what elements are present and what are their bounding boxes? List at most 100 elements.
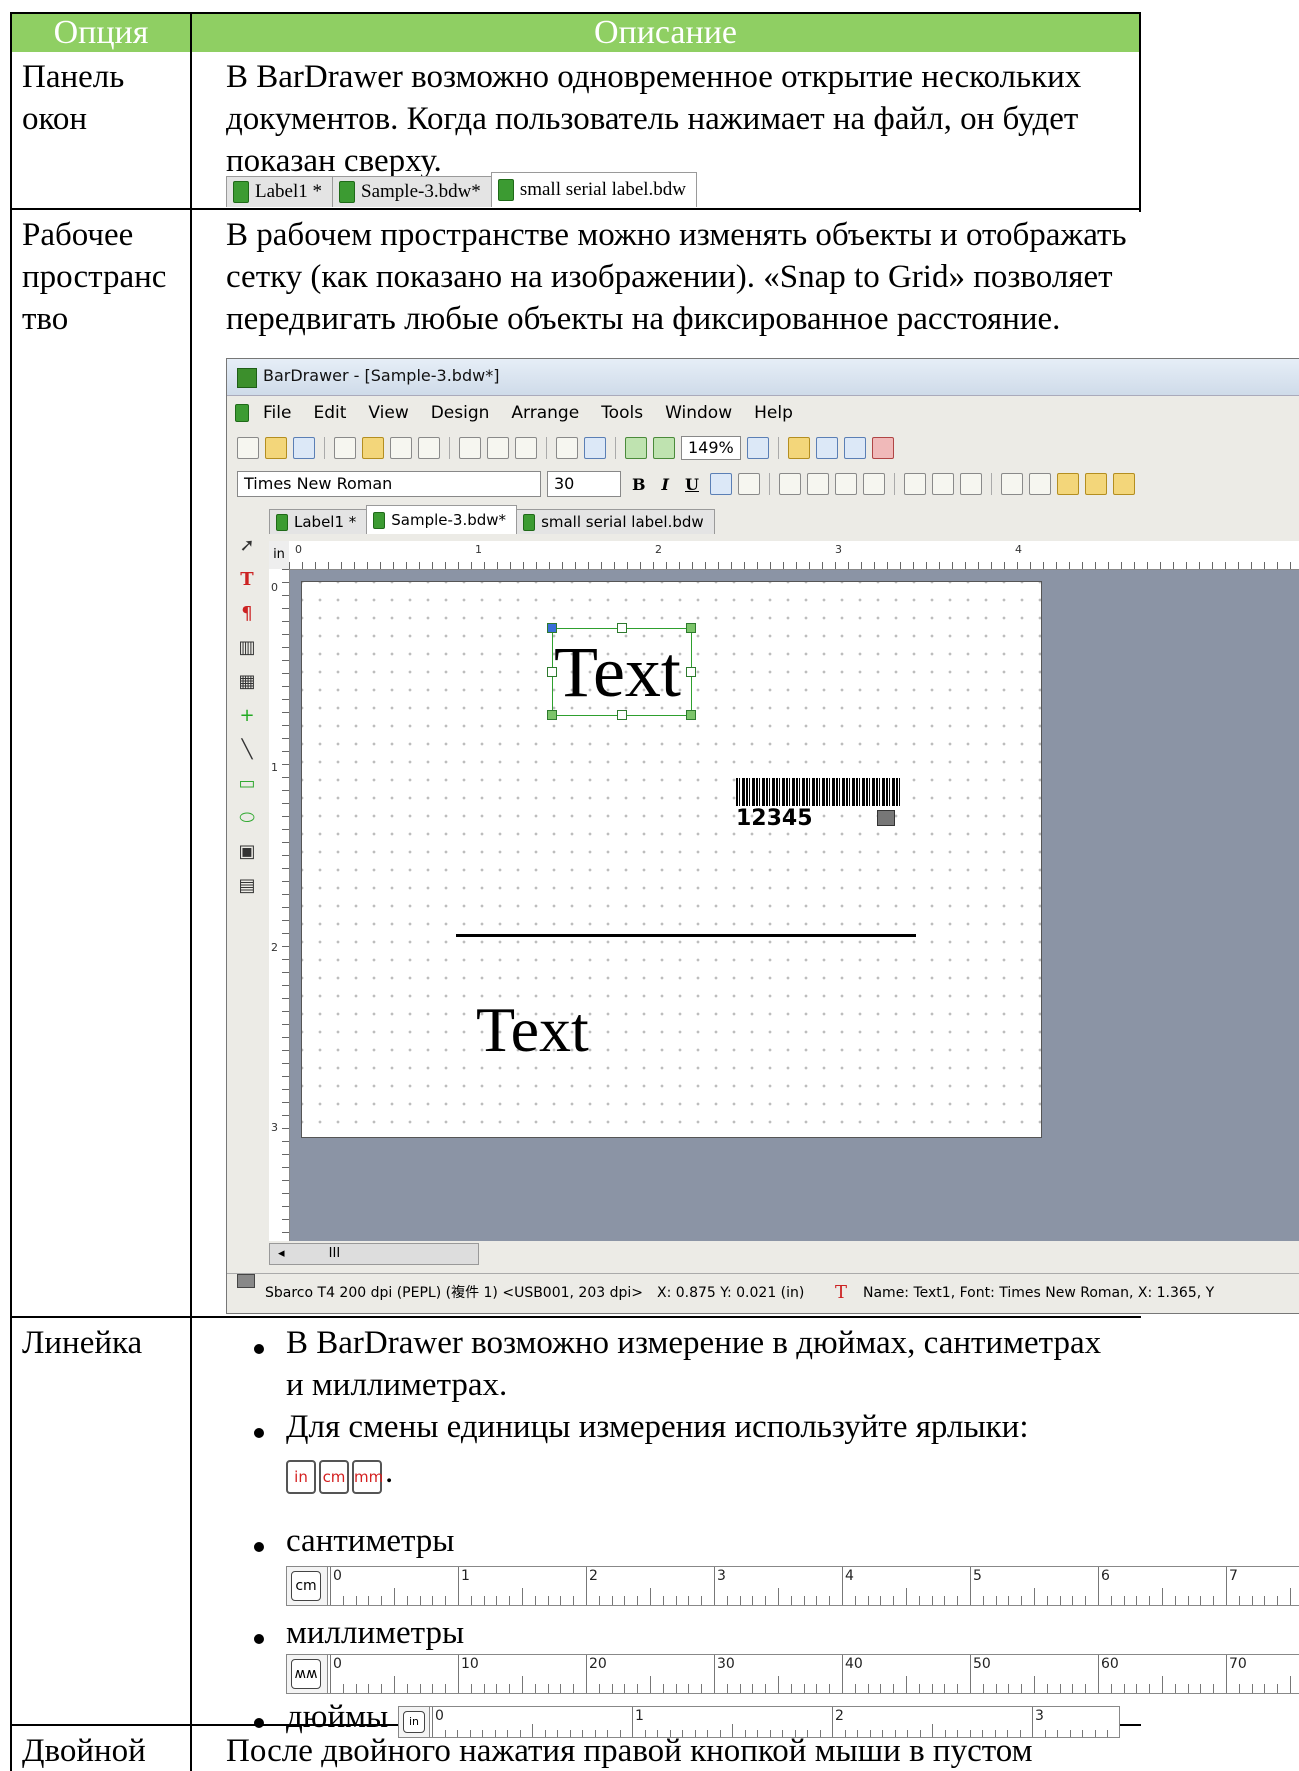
ruler-tick (445, 1683, 447, 1693)
menu-design[interactable]: Design (423, 403, 498, 423)
ruler-tick (854, 1683, 856, 1693)
barcode-number: 12345 (736, 806, 813, 831)
italic-button[interactable]: I (657, 475, 674, 494)
zoom-select[interactable]: 149% (681, 436, 741, 460)
send-back-icon[interactable] (1084, 473, 1107, 495)
text-tool-icon[interactable]: T (236, 569, 258, 591)
menu-arrange[interactable]: Arrange (503, 403, 587, 423)
selection-handle[interactable] (686, 710, 696, 720)
snap-to-grid-icon[interactable] (843, 437, 866, 459)
bring-front-icon[interactable] (1056, 473, 1079, 495)
selection-handle[interactable] (617, 623, 627, 633)
unit-inch-button[interactable]: in (286, 1460, 316, 1494)
align-left-icon[interactable] (778, 473, 801, 495)
scrollbar-thumb[interactable]: III (329, 1246, 341, 1261)
text-layout-icon[interactable] (931, 473, 954, 495)
ruler-label: 2 (271, 941, 278, 954)
selection-handle[interactable] (547, 623, 557, 633)
ruler-tick (662, 1683, 664, 1693)
barcode-tool-icon[interactable]: ▥ (236, 637, 258, 659)
image-tool-icon[interactable]: ▣ (236, 841, 258, 863)
ruler-label: 20 (589, 1656, 607, 1672)
ruler-unit-button[interactable]: in (269, 541, 290, 569)
line-object[interactable] (456, 934, 916, 937)
cut-icon[interactable] (459, 437, 481, 459)
menu-view[interactable]: View (360, 403, 416, 423)
underline-button[interactable]: U (680, 475, 704, 494)
paragraph-tool-icon[interactable]: ¶ (236, 603, 258, 625)
save-icon[interactable] (293, 437, 315, 459)
ruler-toggle-icon[interactable] (787, 437, 810, 459)
file-icon (523, 513, 536, 531)
zoom-in-icon[interactable] (625, 437, 647, 459)
text-spacing-icon[interactable] (737, 473, 760, 495)
selection-handle[interactable] (547, 710, 557, 720)
horizontal-scrollbar[interactable]: ◂ III (269, 1243, 479, 1265)
new-icon[interactable] (237, 437, 259, 459)
ruler-tick (483, 1595, 485, 1605)
file-icon (233, 181, 249, 203)
pointer-tool-icon[interactable]: ➚ (236, 535, 258, 557)
line-tool-icon[interactable]: ╲ (236, 739, 258, 761)
ellipse-tool-icon[interactable]: ⬭ (236, 807, 258, 829)
toolbar-separator (893, 473, 895, 495)
font-size-select[interactable]: 30 (547, 471, 621, 497)
ruler-tick (726, 1683, 728, 1693)
database-tool-icon[interactable]: ▤ (236, 875, 258, 897)
align-right-icon[interactable] (834, 473, 857, 495)
option-ruler: Линейка (22, 1325, 143, 1361)
barcode-object[interactable] (736, 778, 900, 806)
cross-line-tool-icon[interactable]: + (236, 705, 258, 727)
doc-tab-small-serial[interactable]: small serial label.bdw (490, 172, 698, 207)
unit-mm-button[interactable]: mm (352, 1460, 383, 1494)
font-name-select[interactable]: Times New Roman (237, 471, 541, 497)
menu-edit[interactable]: Edit (305, 403, 354, 423)
undo-icon[interactable] (556, 437, 578, 459)
doc-tab-label1[interactable]: Label1 * (226, 176, 334, 207)
ruler-tick (1226, 1567, 1227, 1605)
label-page[interactable]: Text 12345 Text (301, 581, 1042, 1138)
window-tab-label1[interactable]: Label1 * (269, 509, 368, 534)
text-object[interactable]: Text (476, 998, 589, 1062)
fit-page-icon[interactable] (746, 437, 769, 459)
rectangle-tool-icon[interactable]: ▭ (236, 773, 258, 795)
text-direction-icon[interactable] (903, 473, 926, 495)
print-icon[interactable] (390, 437, 412, 459)
zoom-out-icon[interactable] (653, 437, 675, 459)
page-setup-icon[interactable] (334, 437, 356, 459)
selection-handle[interactable] (547, 667, 557, 677)
bring-forward-icon[interactable] (1112, 473, 1135, 495)
window-tab-small-serial[interactable]: small serial label.bdw (516, 509, 715, 534)
menu-tools[interactable]: Tools (593, 403, 651, 423)
align-center-icon[interactable] (806, 473, 829, 495)
bold-button[interactable]: B (627, 475, 651, 494)
copy-icon[interactable] (487, 437, 509, 459)
selection-handle[interactable] (686, 623, 696, 633)
properties-icon[interactable] (871, 437, 894, 459)
database-icon[interactable] (362, 437, 384, 459)
distribute-vertical-icon[interactable] (1028, 473, 1051, 495)
paste-icon[interactable] (515, 437, 537, 459)
description-windows-panel: В BarDrawer возможно одновременное откры… (226, 59, 1082, 179)
distribute-horizontal-icon[interactable] (1000, 473, 1023, 495)
redo-icon[interactable] (584, 437, 606, 459)
ruler-tick (522, 1587, 523, 1605)
unit-cm-button[interactable]: cm (319, 1460, 349, 1494)
print-preview-icon[interactable] (418, 437, 440, 459)
doc-tab-sample3[interactable]: Sample-3.bdw* (332, 176, 492, 207)
text-color-icon[interactable] (709, 473, 732, 495)
qrcode-tool-icon[interactable]: ▦ (236, 671, 258, 693)
selection-handle[interactable] (686, 667, 696, 677)
selection-handle[interactable] (617, 710, 627, 720)
menu-help[interactable]: Help (746, 403, 801, 423)
open-icon[interactable] (265, 437, 287, 459)
text-fit-icon[interactable] (959, 473, 982, 495)
ruler-tick (355, 1683, 357, 1693)
grid-toggle-icon[interactable] (815, 437, 838, 459)
workspace-canvas[interactable]: in 0 1 2 3 4 0 1 2 3 Text 12345 Text (269, 541, 1299, 1241)
menu-file[interactable]: File (255, 403, 299, 423)
window-tab-sample3[interactable]: Sample-3.bdw* (366, 505, 518, 534)
ruler-label: 2 (589, 1568, 598, 1584)
align-justify-icon[interactable] (862, 473, 885, 495)
menu-window[interactable]: Window (657, 403, 740, 423)
